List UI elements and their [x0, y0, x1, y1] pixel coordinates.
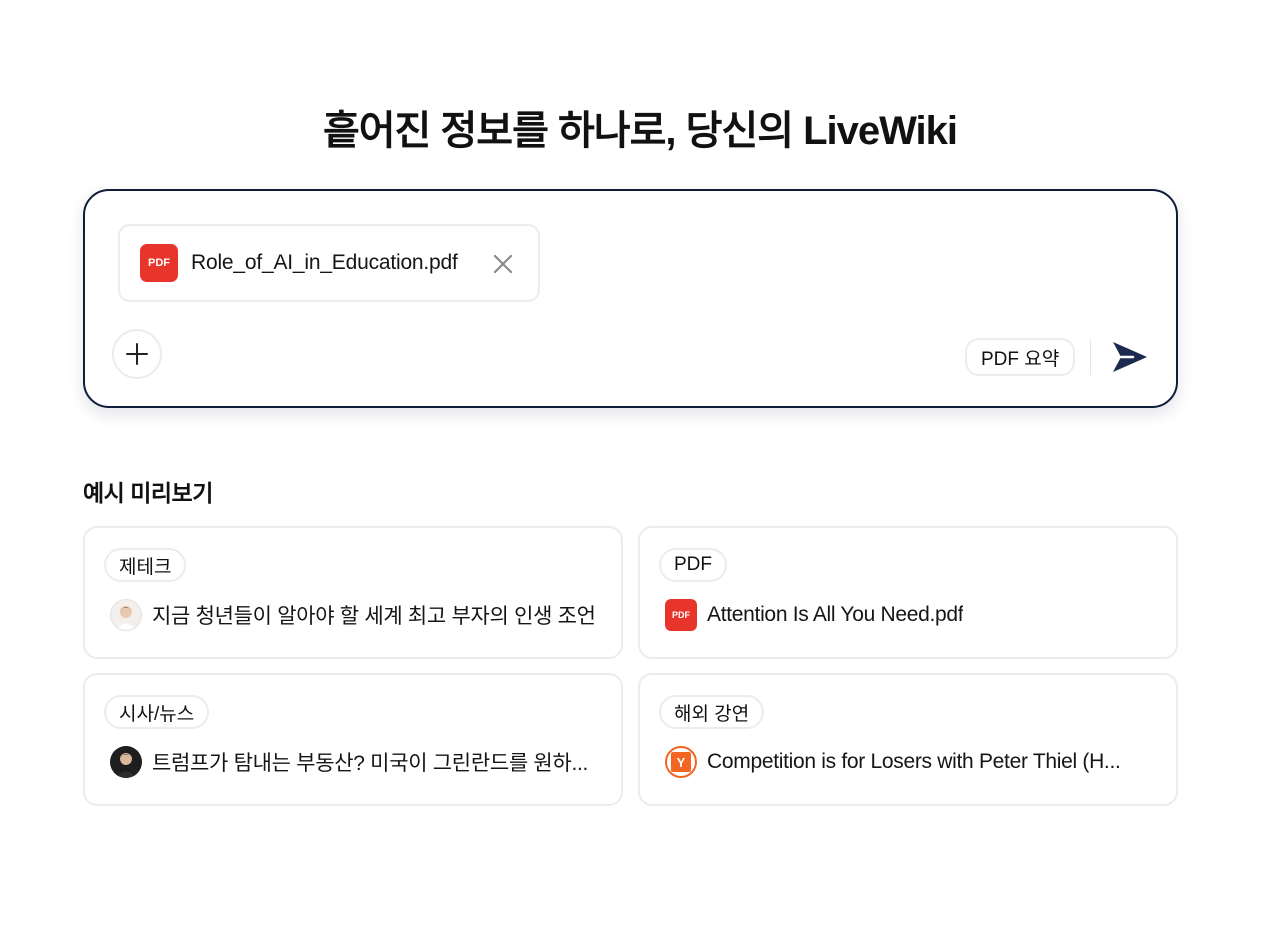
send-button[interactable] — [1107, 335, 1153, 379]
attached-file-name: Role_of_AI_in_Education.pdf — [191, 251, 458, 274]
example-card[interactable]: 시사/뉴스 트럼프가 탐내는 부동산? 미국이 그린란드를 원하... — [83, 673, 623, 806]
example-card[interactable]: 제테크 지금 청년들이 알아야 할 세계 최고 부자의 인생 조언 — [83, 526, 623, 659]
add-attachment-button[interactable] — [112, 329, 162, 379]
divider — [1090, 339, 1091, 375]
card-category-tag: 제테크 — [104, 548, 187, 582]
example-card[interactable]: PDF PDF Attention Is All You Need.pdf — [638, 526, 1178, 659]
avatar — [110, 746, 142, 778]
pdf-file-icon: PDF — [140, 244, 178, 282]
pdf-icon: PDF — [665, 599, 697, 631]
close-icon — [493, 254, 513, 274]
card-category-tag: 해외 강연 — [659, 695, 765, 729]
mode-chip-pdf-summary[interactable]: PDF 요약 — [965, 338, 1076, 376]
avatar — [110, 599, 142, 631]
yc-logo-icon: Y — [665, 746, 697, 778]
card-title: Attention Is All You Need.pdf — [707, 603, 964, 626]
send-arrow-icon — [1113, 342, 1147, 372]
remove-file-button[interactable] — [492, 253, 514, 275]
example-card[interactable]: 해외 강연 Y Competition is for Losers with P… — [638, 673, 1178, 806]
page-title: 흩어진 정보를 하나로, 당신의 LiveWiki — [322, 109, 958, 153]
card-category-tag: PDF — [659, 548, 727, 582]
examples-section-title: 예시 미리보기 — [83, 480, 213, 506]
attached-file-chip: PDF Role_of_AI_in_Education.pdf — [118, 224, 540, 302]
card-title: 지금 청년들이 알아야 할 세계 최고 부자의 인생 조언 — [152, 605, 596, 628]
plus-icon — [126, 343, 148, 365]
card-category-tag: 시사/뉴스 — [104, 695, 210, 729]
composer-box[interactable]: PDF Role_of_AI_in_Education.pdf PDF 요약 — [83, 189, 1178, 408]
card-title: Competition is for Losers with Peter Thi… — [707, 750, 1121, 773]
card-title: 트럼프가 탐내는 부동산? 미국이 그린란드를 원하... — [152, 752, 589, 775]
